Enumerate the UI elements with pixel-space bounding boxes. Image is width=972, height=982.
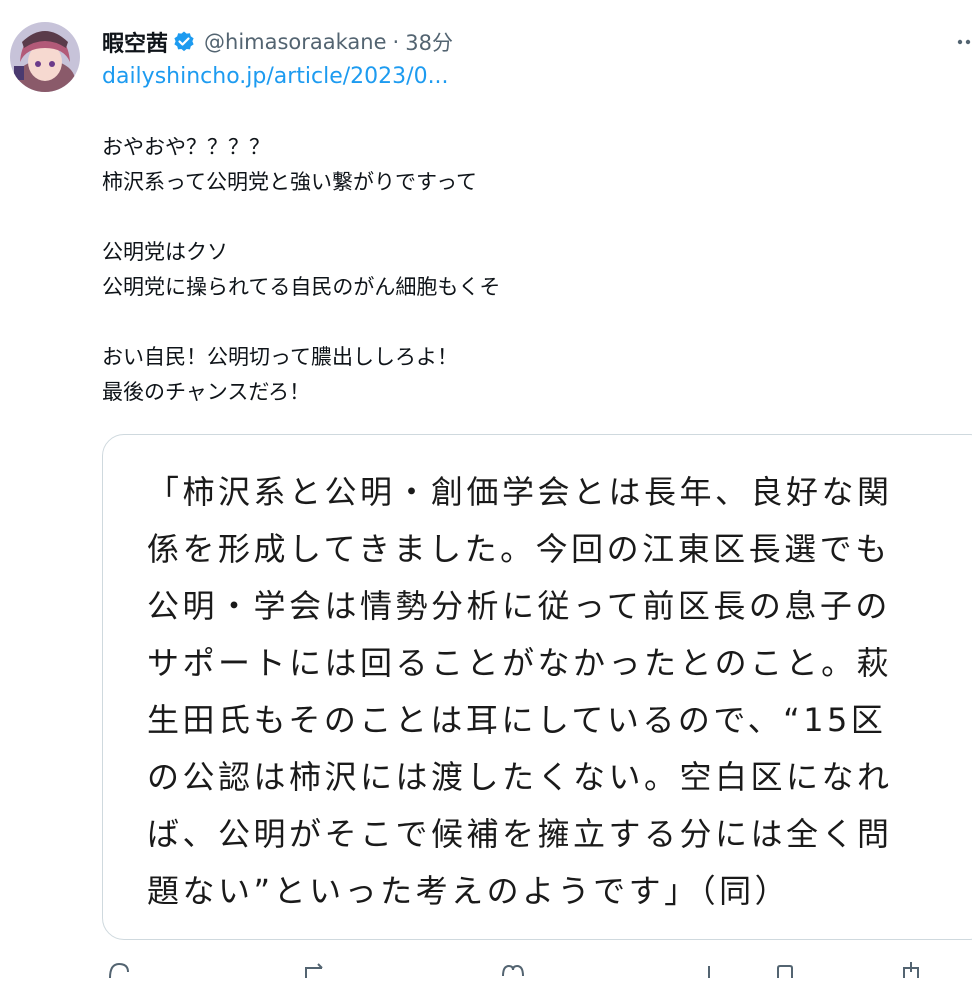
tweet-line (102, 305, 500, 340)
quote-line: 生田氏もそのことは耳にしているので、“15区 (147, 701, 887, 739)
tweet-line: 公明党はクソ (102, 240, 228, 264)
tweet-line: 公明党に操られてる自民のがん細胞もくそ (102, 275, 501, 299)
quote-line: 「柿沢系と公明・創価学会とは長年、良好な関 (147, 473, 893, 511)
like-icon[interactable] (498, 958, 528, 978)
quote-text: 「柿沢系と公明・創価学会とは長年、良好な関 係を形成してきました。今回の江東区長… (147, 464, 893, 920)
timestamp[interactable]: 38分 (405, 27, 453, 57)
tweet-text: おやおや？？？？ 柿沢系って公明党と強い繋がりですって 公明党はクソ 公明党に操… (102, 130, 500, 410)
attached-image-card[interactable]: 「柿沢系と公明・創価学会とは長年、良好な関 係を形成してきました。今回の江東区長… (102, 434, 972, 940)
retweet-icon[interactable] (300, 958, 330, 978)
quote-line: 係を形成してきました。今回の江東区長選でも (147, 530, 891, 568)
tweet-line: おい自民！公明切って膿出ししろよ！ (102, 345, 458, 369)
share-icon[interactable] (896, 958, 926, 978)
quote-line: ば、公明がそこで候補を擁立する分には全く問 (147, 815, 893, 853)
tweet-line (102, 200, 500, 235)
separator-dot: · (392, 30, 400, 54)
tweet-line: おやおや？？？？ (102, 135, 270, 159)
bookmark-icon[interactable] (770, 958, 800, 978)
tweet-line: 最後のチャンスだろ！ (102, 380, 311, 404)
tweet-line: 柿沢系って公明党と強い繋がりですって (102, 170, 478, 194)
display-name[interactable]: 暇空茜 (102, 26, 168, 58)
article-link[interactable]: dailyshincho.jp/article/2023/0... (102, 64, 449, 89)
quote-line: 公明・学会は情勢分析に従って前区長の息子の (147, 587, 891, 625)
more-options-icon[interactable] (952, 30, 972, 54)
action-bar (0, 958, 972, 979)
avatar[interactable] (10, 22, 80, 92)
quote-line: 題ない”といった考えのようです」（同） (147, 872, 791, 910)
verified-badge-icon (172, 30, 196, 54)
views-icon[interactable] (694, 958, 724, 978)
user-handle[interactable]: @himasoraakane (204, 30, 387, 54)
tweet-header: 暇空茜 @himasoraakane · 38分 (102, 24, 453, 60)
reply-icon[interactable] (104, 958, 134, 979)
quote-line: の公認は柿沢には渡したくない。空白区になれ (147, 758, 893, 796)
quote-line: サポートには回ることがなかったとのこと。萩 (147, 644, 893, 682)
